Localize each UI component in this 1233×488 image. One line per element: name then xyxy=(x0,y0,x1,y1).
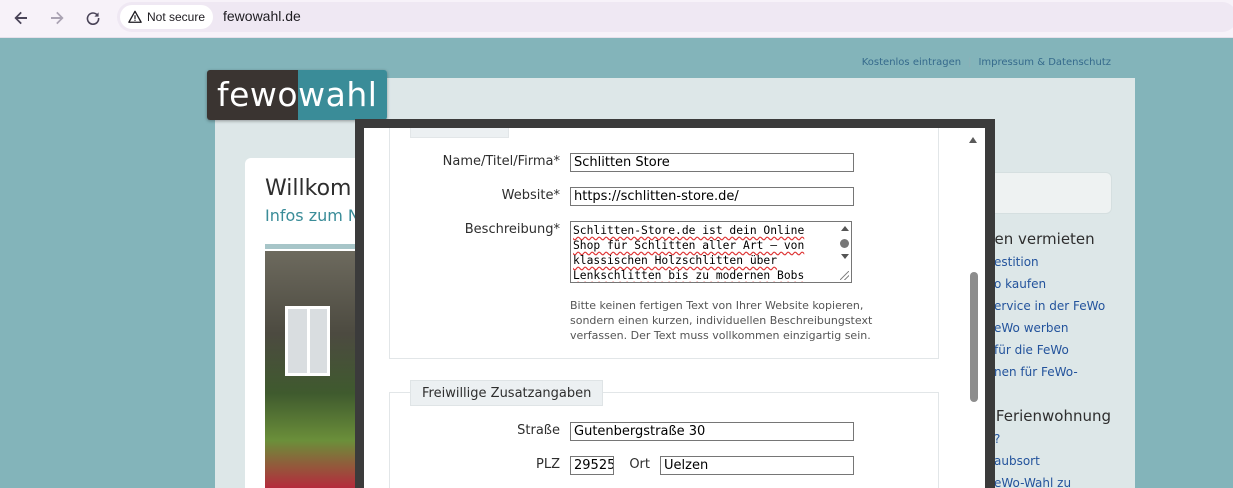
description-hint: Bitte keinen fertigen Text von Ihrer Web… xyxy=(570,299,873,342)
plz-label: PLZ xyxy=(536,457,560,472)
website-label: Website* xyxy=(501,188,560,203)
description-textarea[interactable]: Schlitten-Store.de ist dein Online Shop … xyxy=(570,221,852,283)
sidebar-heading-ferienwohnung: r Ferienwohnung xyxy=(985,407,1112,425)
textarea-scroll-down-icon[interactable] xyxy=(841,254,849,259)
optional-legend: Freiwillige Zusatzangaben xyxy=(410,380,604,406)
street-input[interactable]: Gutenbergstraße 30 xyxy=(570,422,854,441)
url-text[interactable]: fewowahl.de xyxy=(223,8,301,24)
sidebar-link[interactable]: estition xyxy=(994,255,1039,269)
logo-right-text: wahl xyxy=(298,70,388,120)
sidebar-link[interactable]: nen für FeWo- xyxy=(994,365,1078,379)
site-logo[interactable]: fewo wahl xyxy=(207,70,388,120)
photo-divider xyxy=(265,244,365,249)
textarea-scroll-up-icon[interactable] xyxy=(841,226,849,231)
warning-icon xyxy=(128,10,142,23)
sidebar-link[interactable]: für die FeWo xyxy=(994,343,1069,357)
fieldset-legend-tab xyxy=(410,128,509,138)
description-line: Lenkschlitten bis zu modernen Bobs xyxy=(573,269,805,282)
security-chip[interactable]: Not secure xyxy=(120,5,214,29)
ort-input[interactable]: Uelzen xyxy=(660,456,854,475)
back-icon[interactable] xyxy=(7,4,35,32)
top-link-impressum[interactable]: Impressum & Datenschutz xyxy=(978,57,1111,68)
description-text: Schlitten-Store.de ist dein Online Shop … xyxy=(573,223,833,282)
plz-input[interactable]: 29525 xyxy=(570,456,614,475)
ort-label: Ort xyxy=(629,457,650,472)
top-links: Kostenlos eintragen | Impressum & Datens… xyxy=(862,57,1111,68)
welcome-title: Willkom xyxy=(265,176,352,201)
scroll-up-arrow-icon[interactable] xyxy=(969,137,977,143)
sidebar-link[interactable]: ervice in der FeWo xyxy=(994,299,1105,313)
photo-window xyxy=(285,306,330,376)
address-bar[interactable]: Not secure fewowahl.de xyxy=(117,2,1233,32)
browser-toolbar: Not secure fewowahl.de xyxy=(0,0,1233,38)
reload-icon[interactable] xyxy=(79,4,107,32)
forward-icon[interactable] xyxy=(43,4,71,32)
description-label: Beschreibung* xyxy=(464,222,560,237)
resize-grip-icon[interactable] xyxy=(840,271,849,280)
name-input[interactable]: Schlitten Store xyxy=(570,153,854,172)
website-input[interactable]: https://schlitten-store.de/ xyxy=(570,187,854,206)
logo-left-text: fewo xyxy=(207,70,299,120)
description-line: Schlitten-Store.de ist dein Online xyxy=(573,224,805,237)
house-photo xyxy=(265,251,365,488)
description-line: klassischen Holzschlitten über xyxy=(573,254,778,267)
sidebar-link[interactable]: aubsort xyxy=(994,454,1040,468)
sidebar-link[interactable]: eWo werben xyxy=(994,321,1068,335)
sidebar-link[interactable]: o kaufen xyxy=(994,277,1046,291)
right-search-panel xyxy=(985,172,1112,214)
name-label: Name/Titel/Firma* xyxy=(442,154,560,169)
top-link-separator: | xyxy=(968,57,972,68)
welcome-subtitle: Infos zum N xyxy=(265,206,360,225)
security-label: Not secure xyxy=(147,10,206,24)
textarea-scroll-thumb[interactable] xyxy=(840,239,849,248)
modal-scroll-thumb[interactable] xyxy=(970,272,978,402)
description-line: Shop für Schlitten aller Art – von xyxy=(573,239,805,252)
top-link-eintragen[interactable]: Kostenlos eintragen xyxy=(862,57,961,68)
street-label: Straße xyxy=(517,423,560,438)
sidebar-link[interactable]: eWo-Wahl zu xyxy=(994,476,1071,488)
sidebar-heading-vermieten: gen vermieten xyxy=(985,230,1095,248)
